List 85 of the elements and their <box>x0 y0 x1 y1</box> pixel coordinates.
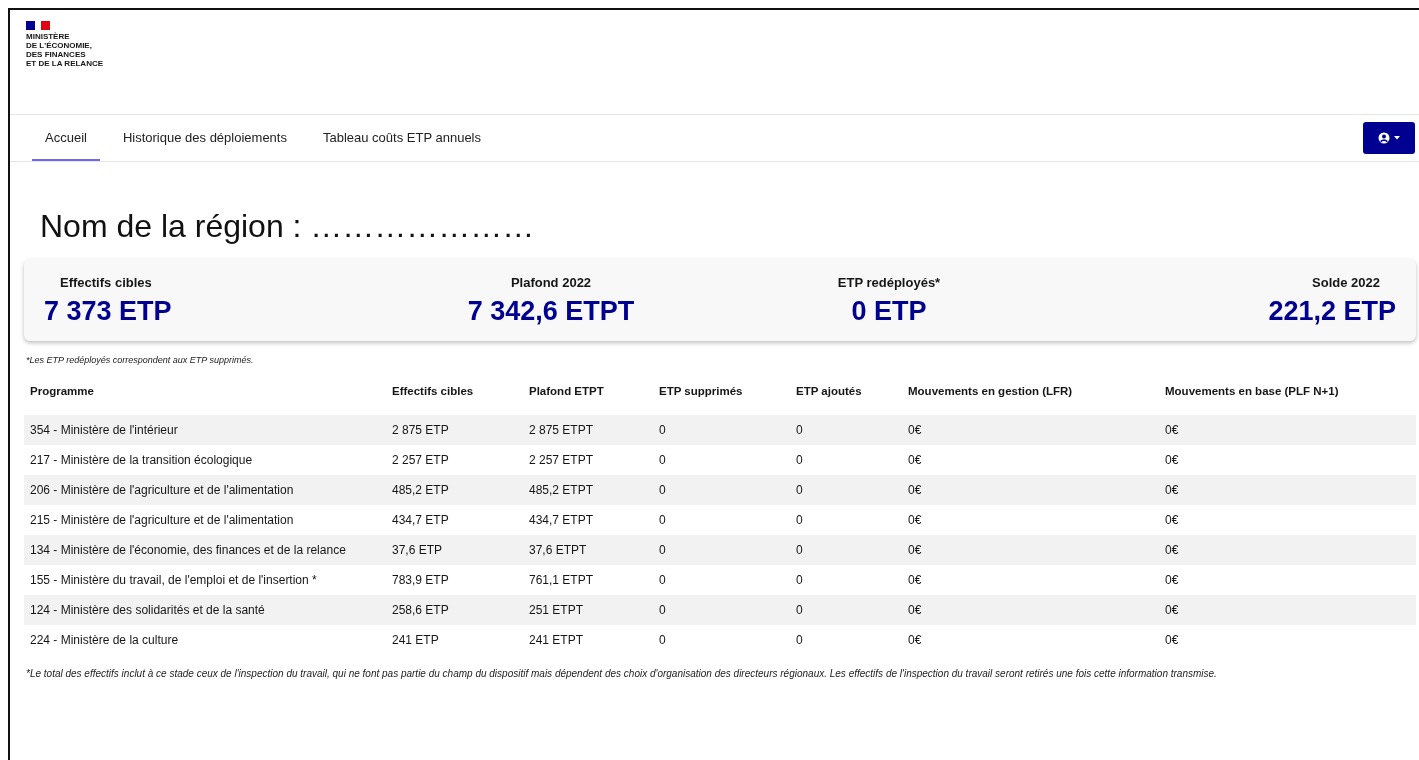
table-cell: 783,9 ETP <box>386 565 523 595</box>
caret-icon <box>1394 136 1400 140</box>
user-menu-button[interactable] <box>1363 122 1415 154</box>
column-header: Effectifs cibles <box>386 385 523 415</box>
footnote: *Le total des effectifs inclut à ce stade ceux de l'inspection du travail, qui ne font pas partie du champ du dispositif mais dépendent des choix d'organisation des directeurs régionaux. Les effectifs de l'inspection du travail seront retirés une fois cette information transmise. <box>26 667 1218 681</box>
table-cell: 0 <box>790 445 902 475</box>
table-cell: 241 ETP <box>386 625 523 655</box>
table-cell: 0€ <box>1159 625 1416 655</box>
table-cell: 434,7 ETP <box>386 505 523 535</box>
column-header: ETP supprimés <box>653 385 790 415</box>
table-cell: 434,7 ETPT <box>523 505 653 535</box>
table-cell: 0 <box>790 625 902 655</box>
table-cell: 0 <box>653 625 790 655</box>
table-cell: 124 - Ministère des solidarités et de la santé <box>24 595 386 625</box>
table-cell: 0€ <box>1159 445 1416 475</box>
nav-tab[interactable]: Historique des déploiements <box>109 115 300 161</box>
table-cell: 2 875 ETP <box>386 415 523 445</box>
user-icon <box>1378 132 1390 144</box>
nav-tab[interactable]: Accueil <box>32 115 100 161</box>
stat-label: ETP redéployés* <box>836 275 942 290</box>
logo-text: MINISTÈRE <box>26 32 71 41</box>
table-cell: 224 - Ministère de la culture <box>24 625 386 655</box>
table-cell: 0 <box>653 445 790 475</box>
stat-label: Solde 2022 <box>1311 275 1381 290</box>
table-cell: 2 875 ETPT <box>523 415 653 445</box>
table-cell: 0€ <box>902 535 1159 565</box>
table-cell: 0€ <box>902 505 1159 535</box>
table-cell: 0 <box>790 535 902 565</box>
table-cell: 2 257 ETP <box>386 445 523 475</box>
table-cell: 251 ETPT <box>523 595 653 625</box>
table-cell: 485,2 ETP <box>386 475 523 505</box>
table-cell: 0€ <box>1159 505 1416 535</box>
table-cell: 0€ <box>1159 565 1416 595</box>
table-cell: 37,6 ETP <box>386 535 523 565</box>
table-cell: 0€ <box>902 565 1159 595</box>
table-cell: 0€ <box>902 415 1159 445</box>
table-cell: 0€ <box>902 475 1159 505</box>
stat-label: Plafond 2022 <box>509 275 593 290</box>
table-cell: 0 <box>653 505 790 535</box>
stat-label: Effectifs cibles <box>59 275 153 290</box>
table-cell: 0 <box>653 415 790 445</box>
table-cell: 0 <box>790 565 902 595</box>
table-cell: 37,6 ETPT <box>523 535 653 565</box>
table-cell: 215 - Ministère de l'agriculture et de l'alimentation <box>24 505 386 535</box>
logo-text: DES FINANCES <box>26 50 87 59</box>
table-cell: 134 - Ministère de l'économie, des finances et de la relance <box>24 535 386 565</box>
column-header: Plafond ETPT <box>523 385 653 415</box>
table-cell: 0 <box>790 415 902 445</box>
stat-value: 7 373 ETP <box>44 296 172 327</box>
table-cell: 761,1 ETPT <box>523 565 653 595</box>
table-cell: 206 - Ministère de l'agriculture et de l'alimentation <box>24 475 386 505</box>
column-header: Mouvements en base (PLF N+1) <box>1159 385 1416 415</box>
flag-icon <box>26 21 50 30</box>
stat-value: 221,2 ETP <box>1268 296 1396 327</box>
nav-tab[interactable]: Tableau coûts ETP annuels <box>309 115 494 161</box>
table-cell: 0€ <box>1159 475 1416 505</box>
table-cell: 2 257 ETPT <box>523 445 653 475</box>
footnote: *Les ETP redéployés correspondent aux ETP supprimés. <box>26 355 255 365</box>
table-cell: 0€ <box>902 445 1159 475</box>
table-cell: 217 - Ministère de la transition écologique <box>24 445 386 475</box>
table-cell: 0€ <box>1159 535 1416 565</box>
logo-text: ET DE LA RELANCE <box>26 59 104 68</box>
table-cell: 0 <box>790 505 902 535</box>
table-cell: 0€ <box>902 595 1159 625</box>
table-cell: 241 ETPT <box>523 625 653 655</box>
table-cell: 0 <box>790 595 902 625</box>
table-cell: 0 <box>653 565 790 595</box>
table-cell: 0 <box>653 535 790 565</box>
table-cell: 155 - Ministère du travail, de l'emploi et de l'insertion * <box>24 565 386 595</box>
column-header: Mouvements en gestion (LFR) <box>902 385 1159 415</box>
table-cell: 258,6 ETP <box>386 595 523 625</box>
table-cell: 354 - Ministère de l'intérieur <box>24 415 386 445</box>
table-cell: 0€ <box>1159 415 1416 445</box>
table-cell: 0€ <box>1159 595 1416 625</box>
table-cell: 0 <box>653 595 790 625</box>
table-cell: 0€ <box>902 625 1159 655</box>
table-cell: 0 <box>790 475 902 505</box>
logo-text: DE L'ÉCONOMIE, <box>26 41 93 50</box>
table-cell: 485,2 ETPT <box>523 475 653 505</box>
column-header: ETP ajoutés <box>790 385 902 415</box>
page-title: Nom de la région : ………………… <box>40 208 536 245</box>
stat-value: 7 342,6 ETPT <box>467 296 635 327</box>
table-cell: 0 <box>653 475 790 505</box>
stat-value: 0 ETP <box>851 296 927 327</box>
column-header: Programme <box>24 385 386 415</box>
